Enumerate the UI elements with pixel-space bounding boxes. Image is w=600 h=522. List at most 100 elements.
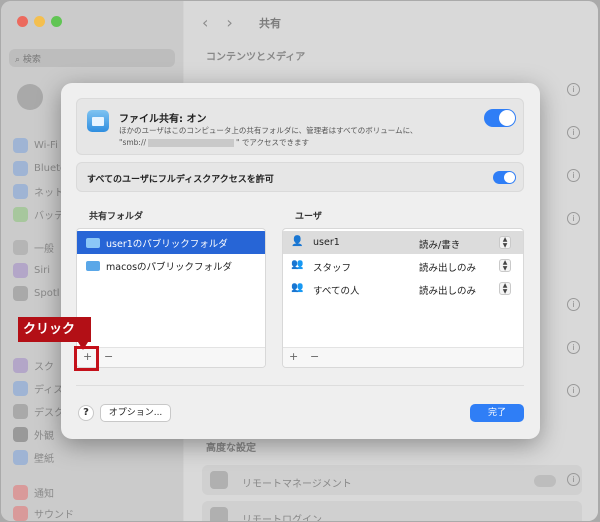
shared-folders-list: user1のパブリックフォルダ macosのパブリックフォルダ + − (76, 228, 266, 368)
user-permission: 読み出しのみ (419, 263, 477, 274)
file-sharing-toggle[interactable] (484, 109, 516, 127)
sidebar-item-label: 壁紙 (34, 453, 54, 465)
sidebar-item-desktop[interactable]: デスク (13, 401, 64, 421)
users-heading: ユーザ (295, 212, 322, 222)
user-permission: 読み/書き (419, 240, 461, 251)
shared-folders-heading: 共有フォルダ (89, 212, 144, 222)
table-row[interactable]: 👥 すべての人 読み出しのみ ▲ ▼ (283, 277, 523, 300)
close-window-button[interactable] (17, 16, 28, 27)
permission-select[interactable]: ▲ ▼ (499, 236, 511, 249)
divider (76, 385, 524, 386)
done-button[interactable]: 完了 (470, 404, 524, 422)
notification-icon (13, 484, 28, 500)
folder-icon (86, 237, 100, 248)
sidebar-item-network[interactable]: ネット (13, 181, 64, 201)
address-prefix: "smb:// (119, 138, 147, 147)
remote-login-icon (210, 507, 228, 521)
sidebar-item-label: ディス (34, 384, 64, 396)
sidebar-item-screentime[interactable]: スク (13, 355, 54, 375)
permission-select[interactable]: ▲ ▼ (499, 259, 511, 272)
sidebar-item-label: 外観 (34, 430, 54, 442)
table-row[interactable]: 👤 user1 読み/書き ▲ ▼ (283, 231, 523, 254)
info-icon[interactable]: i (567, 473, 580, 486)
sidebar-item-battery[interactable]: バッテ (13, 204, 64, 224)
search-input[interactable]: ⌕ 検索 (9, 49, 175, 67)
wallpaper-icon (13, 449, 28, 465)
group-icon: 👥 (291, 259, 304, 270)
full-disk-access-label: すべてのユーザにフルディスクアクセスを許可 (87, 175, 274, 185)
sidebar-item-notification[interactable]: 通知 (13, 482, 54, 502)
wifi-icon (13, 137, 28, 153)
folder-sharing-icon (87, 110, 109, 132)
siri-icon (13, 262, 28, 278)
info-icon[interactable]: i (567, 341, 580, 354)
folder-icon (86, 260, 100, 271)
remote-management-label: リモートマネージメント (242, 479, 352, 490)
folder-name: user1のパブリックフォルダ (106, 238, 228, 250)
file-sharing-title: ファイル共有: オン (119, 114, 207, 125)
zoom-window-button[interactable] (51, 16, 62, 27)
info-icon[interactable]: i (567, 126, 580, 139)
folders-toolbar: + − (77, 347, 265, 367)
sidebar-item-bluetooth[interactable]: Blueto (13, 158, 66, 178)
sidebar-item-display[interactable]: ディス (13, 378, 63, 398)
minimize-window-button[interactable] (34, 16, 45, 27)
remove-user-button[interactable]: − (310, 350, 319, 363)
table-row[interactable]: 👥 スタッフ 読み出しのみ ▲ ▼ (283, 254, 523, 277)
sidebar-item-wifi[interactable]: Wi-Fi (13, 135, 58, 155)
info-icon[interactable]: i (567, 83, 580, 96)
person-icon: 👤 (291, 236, 304, 247)
list-item[interactable]: user1のパブリックフォルダ (77, 231, 265, 254)
help-button[interactable]: ? (78, 405, 94, 421)
forward-button[interactable]: › (226, 13, 232, 32)
file-sharing-dialog: ファイル共有: オン ほかのユーザはこのコンピュータ上の共有フォルダに、管理者は… (61, 83, 540, 439)
users-list: 👤 user1 読み/書き ▲ ▼ 👥 スタッフ 読み出しのみ ▲ ▼ 👥 すべての… (282, 228, 524, 368)
search-icon: ⌕ (15, 55, 21, 65)
sound-icon (13, 505, 28, 521)
section-advanced: 高度な設定 (206, 443, 256, 454)
sidebar-item-sound[interactable]: サウンド (13, 503, 74, 521)
battery-icon (13, 206, 28, 222)
options-button[interactable]: オプション... (100, 404, 171, 422)
avatar[interactable] (17, 84, 43, 110)
click-highlight-box (74, 346, 99, 371)
sidebar-item-label: スク (34, 361, 54, 373)
info-icon[interactable]: i (567, 298, 580, 311)
click-callout: クリック (18, 317, 91, 342)
display-icon (13, 380, 28, 396)
user-name: user1 (313, 237, 340, 248)
full-disk-access-toggle[interactable] (493, 171, 516, 184)
sidebar-item-general[interactable]: 一般 (13, 237, 54, 257)
remove-folder-button[interactable]: − (104, 350, 113, 363)
file-sharing-address: "smb:// " でアクセスできます (119, 137, 309, 148)
permission-select[interactable]: ▲ ▼ (499, 282, 511, 295)
spotlight-icon (13, 285, 28, 301)
back-button[interactable]: ‹ (202, 13, 208, 32)
sidebar-item-label: バッテ (34, 210, 64, 222)
nav-buttons: ‹ › (202, 13, 233, 32)
redacted-address (148, 139, 235, 147)
sidebar-item-label: サウンド (34, 509, 74, 521)
sidebar-item-appearance[interactable]: 外観 (13, 424, 54, 444)
sidebar-item-spotlight[interactable]: Spotl (13, 283, 60, 303)
everyone-icon: 👥 (291, 282, 304, 293)
full-disk-access-row: すべてのユーザにフルディスクアクセスを許可 (76, 162, 524, 192)
sidebar-item-siri[interactable]: Siri (13, 260, 50, 280)
user-name: スタッフ (313, 263, 352, 274)
users-toolbar: + − (283, 347, 523, 367)
address-suffix: " でアクセスできます (236, 138, 309, 147)
sidebar-item-wallpaper[interactable]: 壁紙 (13, 447, 54, 467)
appearance-icon (13, 426, 28, 442)
screentime-icon (13, 357, 28, 373)
info-icon[interactable]: i (567, 212, 580, 225)
gear-icon (13, 239, 28, 255)
remote-management-toggle[interactable] (534, 475, 556, 487)
info-icon[interactable]: i (567, 384, 580, 397)
add-user-button[interactable]: + (289, 350, 298, 363)
info-icon[interactable]: i (567, 169, 580, 182)
section-content-media: コンテンツとメディア (206, 52, 306, 63)
page-title: 共有 (259, 17, 281, 30)
list-item[interactable]: macosのパブリックフォルダ (77, 254, 265, 277)
remote-login-label: リモートログイン (242, 515, 322, 521)
sidebar-item-label: ネット (34, 187, 64, 199)
